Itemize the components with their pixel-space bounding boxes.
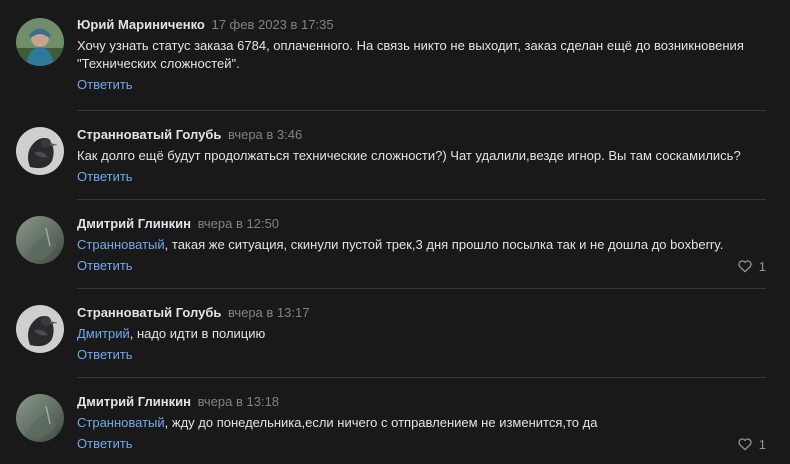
avatar-image	[16, 127, 64, 175]
heart-outline-icon	[738, 438, 752, 451]
avatar[interactable]	[16, 127, 64, 175]
comment-text: Странноватый, жду до понедельника,если н…	[77, 414, 766, 432]
author-name[interactable]: Дмитрий Глинкин	[77, 216, 191, 231]
comment-text-content: Как долго ещё будут продолжаться техниче…	[77, 148, 741, 163]
avatar[interactable]	[16, 394, 64, 442]
author-name[interactable]: Странноватый Голубь	[77, 305, 221, 320]
comment-text-content: , жду до понедельника,если ничего с отпр…	[164, 415, 598, 430]
comment-text-content: , надо идти в полицию	[129, 326, 266, 341]
mention-link[interactable]: Дмитрий	[77, 326, 130, 341]
comment-header: Странноватый Голубь вчера в 13:17	[77, 305, 766, 321]
like-count: 1	[758, 258, 766, 274]
comment-date[interactable]: 17 фев 2023 в 17:35	[211, 17, 333, 32]
reply-button[interactable]: Ответить	[77, 347, 133, 363]
comment-date[interactable]: вчера в 13:18	[198, 394, 279, 409]
comment-header: Дмитрий Глинкин вчера в 12:50	[77, 216, 766, 232]
comment-header: Дмитрий Глинкин вчера в 13:18	[77, 394, 766, 410]
avatar-image	[16, 394, 64, 442]
reply-button[interactable]: Ответить	[77, 258, 133, 274]
comment-header: Юрий Мариниченко 17 фев 2023 в 17:35	[77, 17, 766, 33]
comment-text: Дмитрий, надо идти в полицию	[77, 325, 766, 343]
mention-link[interactable]: Странноватый	[77, 237, 165, 252]
avatar-image	[16, 18, 64, 66]
comment-text: Хочу узнать статус заказа 6784, оплаченн…	[77, 37, 766, 73]
comments-feed: Юрий Мариниченко 17 фев 2023 в 17:35 Хоч…	[0, 0, 790, 464]
author-name[interactable]: Юрий Мариниченко	[77, 17, 205, 32]
comment-text-content: , такая же ситуация, скинули пустой трек…	[164, 237, 724, 252]
comment-header: Странноватый Голубь вчера в 3:46	[77, 127, 766, 143]
comment-date[interactable]: вчера в 12:50	[198, 216, 279, 231]
reply-button[interactable]: Ответить	[77, 77, 133, 93]
author-name[interactable]: Странноватый Голубь	[77, 127, 221, 142]
avatar-image	[16, 216, 64, 264]
author-name[interactable]: Дмитрий Глинкин	[77, 394, 191, 409]
like-count: 1	[758, 436, 766, 452]
avatar[interactable]	[16, 305, 64, 353]
reply-button[interactable]: Ответить	[77, 169, 133, 185]
comment-divider	[77, 110, 766, 111]
comment-text: Странноватый, такая же ситуация, скинули…	[77, 236, 766, 254]
comment-date[interactable]: вчера в 3:46	[228, 127, 302, 142]
avatar-image	[16, 305, 64, 353]
reply-button[interactable]: Ответить	[77, 436, 133, 452]
comment-text: Как долго ещё будут продолжаться техниче…	[77, 147, 766, 165]
avatar[interactable]	[16, 18, 64, 66]
avatar[interactable]	[16, 216, 64, 264]
comment-divider	[77, 288, 766, 289]
like-button[interactable]: 1	[737, 436, 766, 452]
comment-text-content: Хочу узнать статус заказа 6784, оплаченн…	[77, 38, 744, 71]
comment-divider	[77, 199, 766, 200]
heart-outline-icon	[738, 260, 752, 273]
mention-link[interactable]: Странноватый	[77, 415, 165, 430]
comment-divider	[77, 377, 766, 378]
comment-date[interactable]: вчера в 13:17	[228, 305, 309, 320]
like-button[interactable]: 1	[737, 258, 766, 274]
